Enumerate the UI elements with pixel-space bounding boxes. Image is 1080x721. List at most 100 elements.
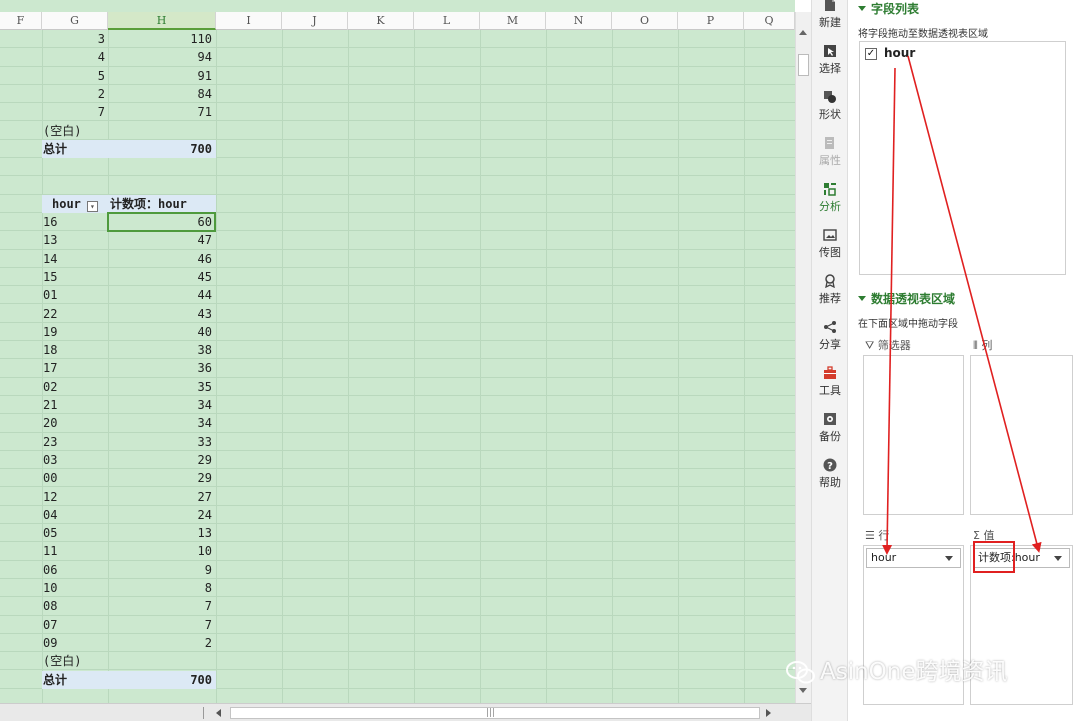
pivot2-row-label-cell[interactable]: 04 (43, 506, 107, 524)
pivot2-value-header[interactable]: 计数项：hour (108, 194, 216, 213)
pivot2-row-label-cell[interactable]: 02 (43, 378, 107, 396)
pivot1-value-cell[interactable]: 91 (108, 67, 215, 85)
pivot2-value-cell[interactable]: 8 (108, 579, 215, 597)
pivot2-value-cell[interactable]: 13 (108, 524, 215, 542)
col-header-m[interactable]: M (480, 12, 546, 30)
col-header-n[interactable]: N (546, 12, 612, 30)
col-header-q[interactable]: Q (744, 12, 795, 30)
pivot1-value-cell[interactable]: 71 (108, 103, 215, 121)
collapse-triangle-icon[interactable] (858, 296, 866, 301)
pivot2-value-cell[interactable]: 47 (108, 231, 215, 249)
pivot2-row-label-cell[interactable]: 19 (43, 323, 107, 341)
pivot2-row-header[interactable]: hour ▾ (42, 194, 108, 213)
toolbar-help-button[interactable]: ? 帮助 (812, 454, 848, 498)
pivot2-row-label-cell[interactable]: 01 (43, 286, 107, 304)
pivot2-value-cell[interactable]: 35 (108, 378, 215, 396)
pivot2-value-cell[interactable]: 40 (108, 323, 215, 341)
col-header-o[interactable]: O (612, 12, 678, 30)
pivot2-row-label-cell[interactable]: 23 (43, 433, 107, 451)
pivot1-row-label-cell[interactable]: 4 (42, 48, 108, 66)
pivot2-blank-cell[interactable]: (空白) (43, 652, 107, 670)
pivot2-row-label-cell[interactable]: 03 (43, 451, 107, 469)
pivot2-value-cell[interactable]: 45 (108, 268, 215, 286)
pivot2-row-label-cell[interactable]: 14 (43, 250, 107, 268)
filter-dropdown-icon[interactable]: ▾ (86, 200, 98, 212)
pivot2-value-cell[interactable]: 34 (108, 414, 215, 432)
pivot1-value-cell[interactable]: 84 (108, 85, 215, 103)
col-header-k[interactable]: K (348, 12, 414, 30)
col-header-p[interactable]: P (678, 12, 744, 30)
toolbar-new-button[interactable]: 新建 (812, 0, 848, 38)
field-list-title[interactable]: 字段列表 (858, 0, 919, 17)
pivot2-value-cell[interactable]: 34 (108, 396, 215, 414)
toolbar-tools-button[interactable]: 工具 (812, 362, 848, 406)
col-header-f[interactable]: F (0, 12, 42, 30)
field-list-box[interactable]: ✓ hour (859, 41, 1066, 275)
total-label-cell[interactable]: 总计 (43, 140, 107, 158)
col-header-h[interactable]: H (108, 12, 216, 30)
toolbar-backup-button[interactable]: 备份 (812, 408, 848, 452)
toolbar-properties-button[interactable]: 属性 (812, 132, 848, 176)
pivot1-row-label-cell[interactable]: 7 (42, 103, 108, 121)
pivot2-value-cell[interactable]: 27 (108, 488, 215, 506)
pivot2-row-label-cell[interactable]: 16 (43, 213, 107, 231)
pivot1-blank-cell[interactable]: (空白) (43, 122, 107, 140)
total-value-cell[interactable]: 700 (108, 671, 215, 689)
pivot2-row-label-cell[interactable]: 15 (43, 268, 107, 286)
field-name-hour[interactable]: hour (884, 46, 915, 60)
scroll-right-arrow-icon[interactable] (766, 709, 771, 717)
chevron-down-icon[interactable] (1054, 556, 1062, 561)
pivot2-value-cell[interactable]: 44 (108, 286, 215, 304)
active-cell-selection[interactable] (107, 212, 216, 232)
toolbar-image-upload-button[interactable]: 传图 (812, 224, 848, 268)
toolbar-analysis-button[interactable]: 分析 (812, 178, 848, 222)
pivot2-row-label-cell[interactable]: 00 (43, 469, 107, 487)
pivot2-row-label-cell[interactable]: 09 (43, 634, 107, 652)
col-header-j[interactable]: J (282, 12, 348, 30)
col-header-i[interactable]: I (216, 12, 282, 30)
pivot2-row-label-cell[interactable]: 11 (43, 542, 107, 560)
pivot2-value-cell[interactable]: 7 (108, 597, 215, 615)
cell-grid[interactable]: 3 110 4 94 5 91 2 84 7 71 (空白) 总计 700 hour ▾ 计数项：hour 16… (0, 30, 795, 703)
toolbar-share-button[interactable]: 分享 (812, 316, 848, 360)
vertical-scroll-thumb[interactable] (798, 54, 809, 76)
pivot2-row-label-cell[interactable]: 18 (43, 341, 107, 359)
collapse-triangle-icon[interactable] (858, 6, 866, 11)
pivot2-value-cell[interactable]: 36 (108, 359, 215, 377)
pivot2-value-cell[interactable]: 7 (108, 616, 215, 634)
pivot2-value-cell[interactable]: 9 (108, 561, 215, 579)
horizontal-scroll-thumb[interactable]: ||| (230, 707, 760, 719)
pivot2-value-cell[interactable]: 24 (108, 506, 215, 524)
scroll-left-arrow-icon[interactable] (216, 709, 221, 717)
pivot1-row-label-cell[interactable]: 2 (42, 85, 108, 103)
pivot1-row-label-cell[interactable]: 5 (42, 67, 108, 85)
row-field-dropdown[interactable]: hour (866, 548, 961, 568)
sheet-tab-splitter[interactable] (203, 707, 204, 719)
field-checkbox-hour[interactable]: ✓ (865, 48, 877, 60)
pivot2-value-cell[interactable]: 43 (108, 305, 215, 323)
pivot2-row-label-cell[interactable]: 08 (43, 597, 107, 615)
pivot2-value-cell[interactable]: 10 (108, 542, 215, 560)
spreadsheet[interactable]: F G H I J K L M N O P Q 3 110 4 94 5 91 2 84 7 71… (0, 0, 795, 703)
pivot2-row-label-cell[interactable]: 05 (43, 524, 107, 542)
pivot2-row-label-cell[interactable]: 06 (43, 561, 107, 579)
toolbar-select-button[interactable]: 选择 (812, 40, 848, 84)
pivot2-row-label-cell[interactable]: 22 (43, 305, 107, 323)
col-header-l[interactable]: L (414, 12, 480, 30)
toolbar-recommend-button[interactable]: 推荐 (812, 270, 848, 314)
chevron-down-icon[interactable] (945, 556, 953, 561)
pivot2-row-label-cell[interactable]: 17 (43, 359, 107, 377)
pivot2-row-label-cell[interactable]: 20 (43, 414, 107, 432)
pivot1-value-cell[interactable]: 110 (108, 30, 215, 48)
column-drop-area[interactable] (970, 355, 1073, 515)
scroll-up-arrow-icon[interactable] (799, 30, 807, 35)
toolbar-shape-button[interactable]: 形状 (812, 86, 848, 130)
pivot-areas-title[interactable]: 数据透视表区域 (858, 290, 955, 307)
pivot2-row-label-cell[interactable]: 21 (43, 396, 107, 414)
total-label-cell[interactable]: 总计 (43, 671, 107, 689)
pivot1-value-cell[interactable]: 94 (108, 48, 215, 66)
pivot2-value-cell[interactable]: 33 (108, 433, 215, 451)
vertical-scrollbar[interactable] (795, 12, 811, 703)
pivot2-value-cell[interactable]: 29 (108, 451, 215, 469)
pivot2-row-label-cell[interactable]: 10 (43, 579, 107, 597)
